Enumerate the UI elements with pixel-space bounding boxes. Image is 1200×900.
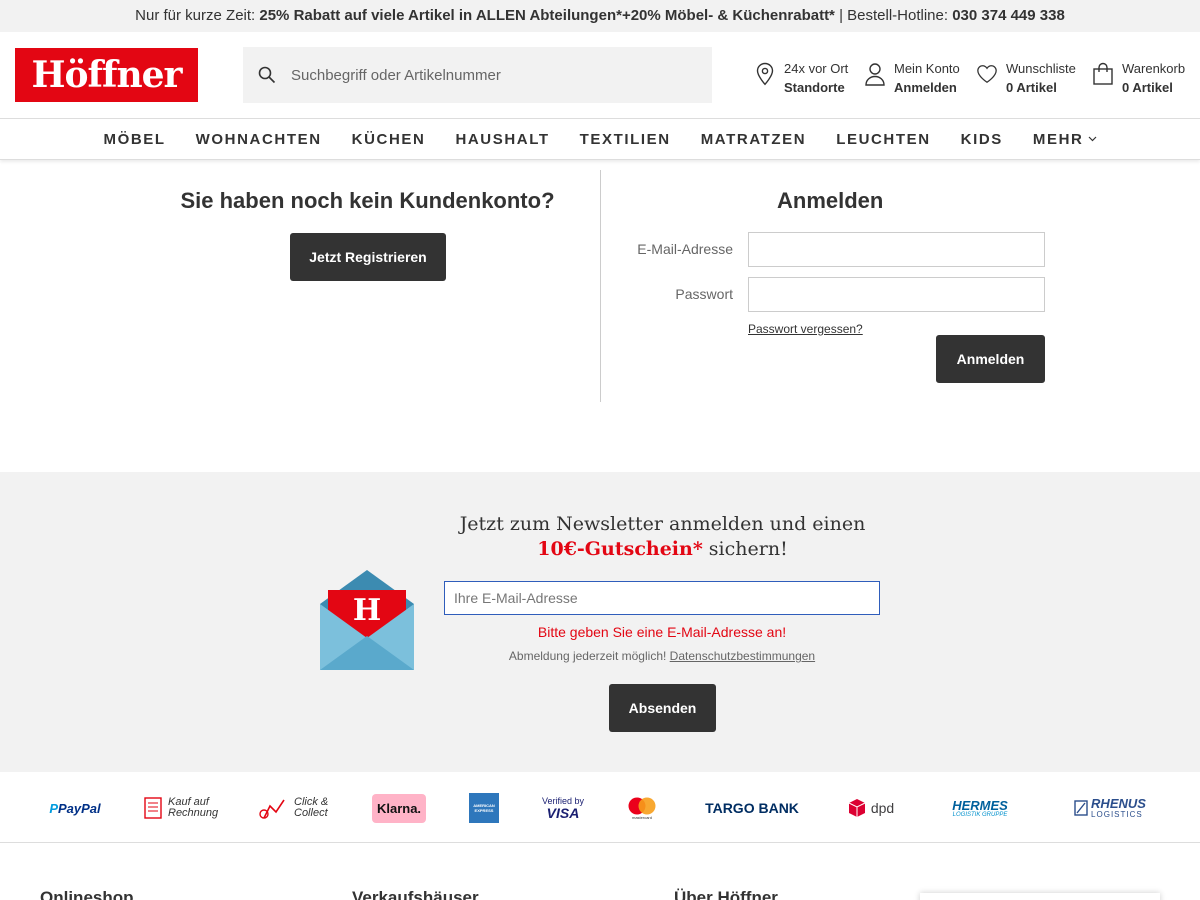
newsletter-headline: Jetzt zum Newsletter anmelden und einen …: [440, 512, 885, 562]
nav-item-wohnachten[interactable]: WOHNACHTEN: [181, 131, 337, 148]
promo-bar: Nur für kurze Zeit: 25% Rabatt auf viele…: [0, 0, 1200, 32]
chevron-down-icon: [1088, 136, 1096, 142]
rhenus-sub-text: LOGISTICS: [1091, 810, 1143, 819]
search-icon[interactable]: [243, 66, 291, 84]
nav-more-label: MEHR: [1032, 130, 1084, 148]
location-pin-icon: [754, 61, 776, 87]
nav-item-haushalt[interactable]: HAUSHALT: [440, 131, 564, 148]
header-account[interactable]: Mein Konto Anmelden: [864, 59, 960, 97]
dpd-text: dpd: [870, 800, 895, 816]
targobank-text: TARGO BANK: [705, 800, 799, 816]
newsletter-email-input[interactable]: [444, 581, 880, 615]
register-button[interactable]: Jetzt Registrieren: [290, 233, 446, 281]
shopping-bag-icon: [1092, 61, 1114, 87]
privacy-link[interactable]: Datenschutzbestimmungen: [670, 649, 815, 663]
verified-by-visa-logo: Verified by VISA: [538, 773, 588, 843]
login-button[interactable]: Anmelden: [936, 335, 1045, 383]
amex-logo: AMERICAN EXPRESS: [469, 773, 499, 843]
mastercard-logo: mastercard: [626, 773, 658, 843]
mastercard-text: mastercard: [631, 814, 652, 820]
footer-col-onlineshop: Onlineshop: [40, 888, 134, 900]
nav-item-kids[interactable]: KIDS: [946, 131, 1018, 148]
footer-col-stores: Verkaufshäuser: [352, 888, 479, 900]
user-icon: [864, 61, 886, 87]
mastercard-circles-icon: [628, 797, 656, 814]
hoeffner-logo[interactable]: Höffner: [15, 48, 198, 102]
newsletter-note-text: Abmeldung jederzeit möglich!: [508, 649, 670, 663]
nav-item-leuchten[interactable]: LEUCHTEN: [821, 131, 945, 148]
heart-icon: [976, 61, 998, 87]
password-label: Passwort: [675, 286, 733, 302]
stores-line1: 24x vor Ort: [784, 61, 849, 76]
nav-item-matratzen[interactable]: MATRATZEN: [686, 131, 822, 148]
klarna-text: Klarna.: [371, 793, 427, 823]
newsletter-envelope-icon: H: [320, 570, 414, 670]
stores-line2: Standorte: [784, 80, 845, 95]
wishlist-line2: 0 Artikel: [1006, 80, 1057, 95]
hermes-text: HERMES: [952, 797, 1008, 813]
rhenus-logo: RHENUS LOGISTICS: [1066, 773, 1154, 843]
header-wishlist[interactable]: Wunschliste 0 Artikel: [976, 59, 1076, 97]
header-stores[interactable]: 24x vor Ort Standorte: [754, 59, 848, 97]
wishlist-line1: Wunschliste: [1006, 61, 1076, 76]
rhenus-icon: [1074, 800, 1088, 816]
newsletter-line2: sichern!: [702, 538, 788, 560]
dpd-cube-icon: [848, 799, 866, 817]
email-field[interactable]: [748, 232, 1045, 267]
promo-separator: | Bestell-Hotline:: [834, 7, 953, 24]
newsletter-error: Bitte geben Sie eine E-Mail-Adresse an!: [537, 624, 787, 640]
login-title: Anmelden: [777, 188, 884, 213]
account-line1: Mein Konto: [894, 61, 960, 76]
click-collect-text: Click & Collect: [294, 796, 329, 819]
hermes-logo: HERMES LOGISTIK GRUPPE: [934, 773, 1026, 843]
nav-item-mehr[interactable]: MEHR: [1018, 131, 1112, 148]
newsletter-voucher: 10€-Gutschein*: [537, 538, 703, 560]
rhenus-text: RHENUS: [1091, 796, 1146, 811]
main-nav: MÖBEL WOHNACHTEN KÜCHEN HAUSHALT TEXTILI…: [0, 119, 1200, 160]
paypal-logo: PPayPal: [49, 800, 101, 816]
cart-line1: Warenkorb: [1122, 61, 1186, 76]
paypal-text: PayPal: [58, 800, 101, 816]
promo-hotline[interactable]: 030 374 449 338: [952, 7, 1065, 24]
footer-card: [920, 893, 1160, 900]
invoice-icon: [144, 797, 162, 819]
password-field[interactable]: [748, 277, 1045, 312]
nav-item-moebel[interactable]: MÖBEL: [88, 131, 180, 148]
visa-text: VISA: [546, 805, 580, 821]
targobank-logo: TARGO BANK: [698, 773, 806, 843]
envelope-letter: H: [353, 593, 381, 628]
email-label: E-Mail-Adresse: [637, 241, 733, 257]
click-collect-icon: [259, 799, 285, 819]
amex-text: AMERICAN EXPRESS: [469, 793, 499, 823]
newsletter-note: Abmeldung jederzeit möglich! Datenschutz…: [444, 649, 880, 663]
promo-offer: 25% Rabatt auf viele Artikel in ALLEN Ab…: [259, 7, 835, 24]
cart-line2: 0 Artikel: [1122, 80, 1173, 95]
nav-item-textilien[interactable]: TEXTILIEN: [565, 131, 686, 148]
search-input[interactable]: [291, 66, 691, 84]
payment-logos: PPayPal Kauf auf Rechnung Click & Collec…: [0, 773, 1200, 843]
klarna-logo: Klarna.: [371, 773, 427, 843]
register-title: Sie haben noch kein Kundenkonto?: [180, 188, 555, 213]
invoice-logo: Kauf auf Rechnung: [143, 773, 221, 843]
site-header: Höffner 24x vor Ort Standorte Mein Konto…: [0, 32, 1200, 119]
header-cart[interactable]: Warenkorb 0 Artikel: [1092, 59, 1185, 97]
login-section: Sie haben noch kein Kundenkonto? Jetzt R…: [0, 160, 1200, 470]
invoice-text: Kauf auf Rechnung: [168, 796, 219, 819]
promo-prefix: Nur für kurze Zeit:: [135, 7, 260, 24]
newsletter-section: H Jetzt zum Newsletter anmelden und eine…: [0, 472, 1200, 772]
footer-col-about: Über Höffner: [674, 888, 778, 900]
search-bar[interactable]: [243, 47, 712, 103]
forgot-password-link[interactable]: Passwort vergessen?: [748, 322, 863, 336]
hermes-sub-text: LOGISTIK GRUPPE: [952, 811, 1008, 818]
newsletter-submit-button[interactable]: Absenden: [609, 684, 716, 732]
logo-text: Höffner: [31, 54, 182, 96]
dpd-logo: dpd: [845, 773, 897, 843]
account-line2: Anmelden: [894, 80, 957, 95]
click-collect-logo: Click & Collect: [257, 773, 333, 843]
newsletter-line1: Jetzt zum Newsletter anmelden und einen: [459, 513, 866, 535]
nav-item-kuechen[interactable]: KÜCHEN: [337, 131, 441, 148]
